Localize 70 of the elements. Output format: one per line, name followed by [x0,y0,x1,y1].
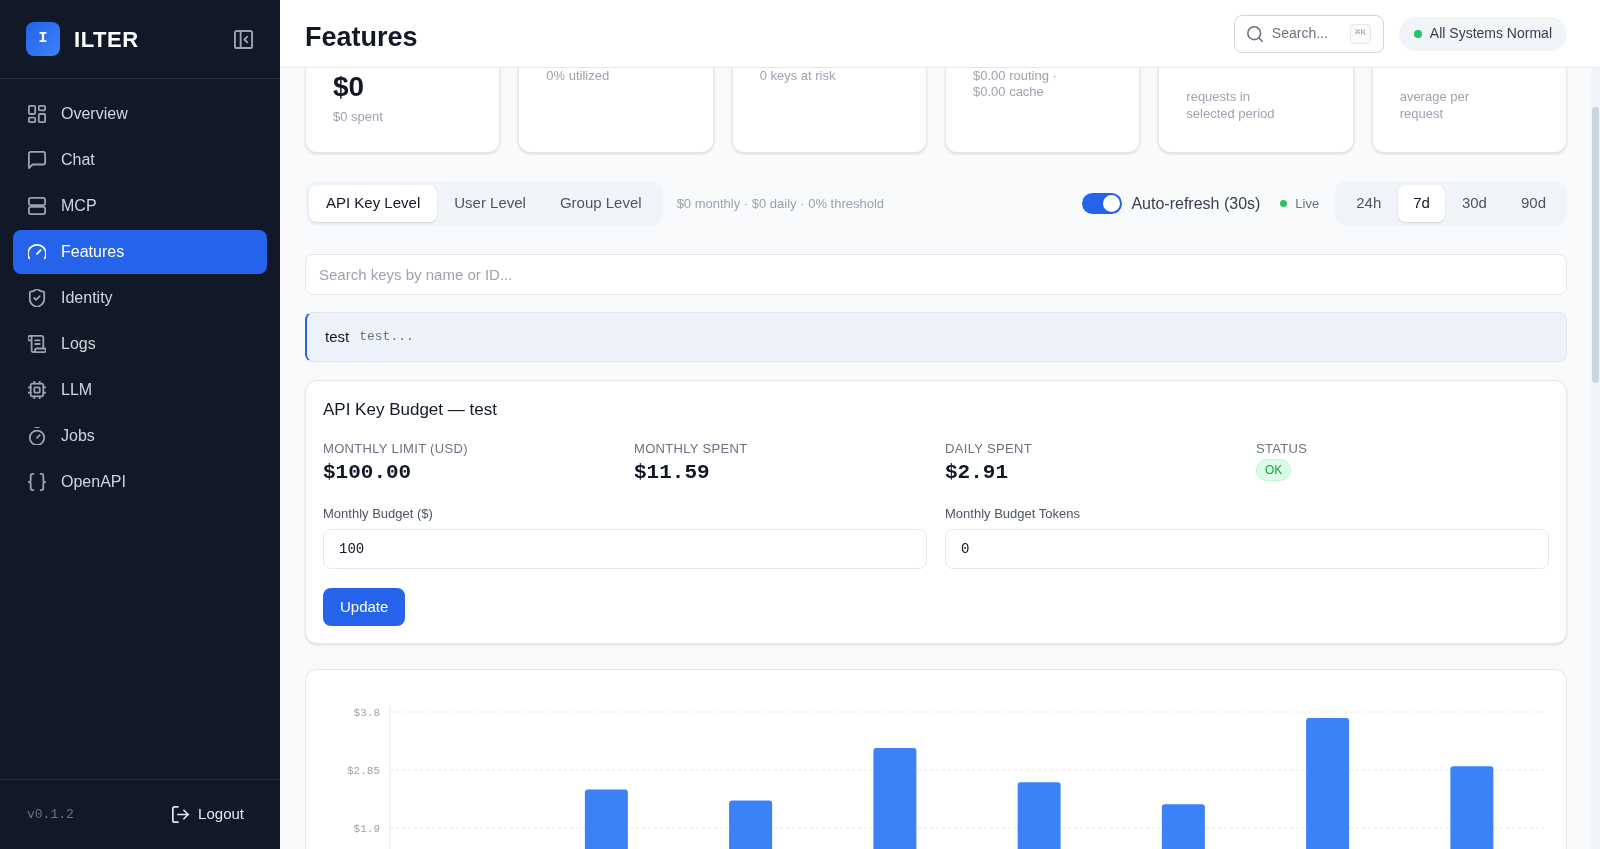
metric-note: $0.00 routing · $0.00 cache [973,68,1058,100]
metric-note: 0% utilized [546,68,611,84]
stopwatch-icon [28,427,46,445]
braces-icon [28,473,46,491]
axis-label: $3.8 [353,707,380,719]
page-title: Features [305,20,418,54]
stat-value: $100.00 [323,460,412,486]
brand-name: ILTER [74,25,139,54]
sidebar-item[interactable]: Jobs [13,414,267,458]
metric-value: $0 [333,71,366,103]
budget-summary-text: $0 monthly · $0 daily · 0% threshold [676,194,885,213]
live-label: Live [1295,194,1320,213]
time-range-tab[interactable]: 24h [1339,185,1399,222]
update-button[interactable]: Update [323,588,406,626]
number-input-field[interactable]: 100 [323,529,927,569]
level-tab[interactable]: API Key Level [309,185,438,222]
collapse-sidebar-button[interactable] [232,28,254,50]
level-tab[interactable]: User Level [437,185,543,222]
stat-label: MONTHLY LIMIT (USD) [323,440,468,458]
logout-button[interactable]: Logout [172,803,244,826]
time-range-tab[interactable]: 30d [1444,185,1504,222]
shield-check-icon [28,289,46,307]
shortcut-key: ⌘K [1350,23,1371,44]
axis-label: $2.85 [347,765,380,777]
sidebar-item[interactable]: MCP [13,184,267,228]
sidebar-item[interactable]: LLM [13,368,267,412]
stat-label: DAILY SPENT [945,440,1032,458]
logout-icon [172,806,190,823]
search-field[interactable]: Search... ⌘K [1233,14,1384,53]
dashboard-grid-icon [28,105,46,123]
gauge-icon [28,243,46,261]
logo-mark: I [26,22,60,56]
chat-bubble-icon [28,151,46,169]
status-badge: OK [1256,459,1292,481]
metric-note: requests in selected period [1186,88,1276,122]
sidebar-item[interactable]: OpenAPI [13,460,267,504]
key-name: test [325,326,350,347]
time-range-tab[interactable]: 90d [1503,185,1563,222]
key-id: test... [359,328,414,347]
server-icon [28,197,46,215]
cpu-chip-icon [28,381,46,399]
key-search-field[interactable]: Search keys by name or ID... [305,254,1567,295]
sidebar-item[interactable]: Features [13,230,267,274]
field-label: Monthly Budget ($) [323,505,434,523]
auto-refresh-label: Auto-refresh (30s) [1131,193,1261,214]
panel-collapse-icon [233,29,253,49]
field-label: Monthly Budget Tokens [945,505,1081,523]
metric-note: 0 keys at risk [759,68,837,84]
auto-refresh-toggle[interactable] [1082,193,1123,214]
stat-label: STATUS [1256,440,1308,458]
status-text: All Systems Normal [1429,24,1552,43]
metric-note: average per request [1399,88,1471,122]
time-range-tab[interactable]: 7d [1398,185,1445,222]
stat-value: $2.91 [945,460,1008,486]
search-icon [1246,25,1263,42]
number-input-field[interactable]: 0 [945,529,1549,569]
api-key-row[interactable]: test test... [305,312,1567,362]
stat-value: $11.59 [634,460,710,486]
scroll-icon [28,335,46,353]
sidebar-item[interactable]: Identity [13,276,267,320]
sidebar-item[interactable]: Chat [13,138,267,182]
sidebar-item[interactable]: Logs [13,322,267,366]
version-label: v0.1.2 [27,805,74,824]
budget-title: API Key Budget — test [323,399,498,421]
level-tab[interactable]: Group Level [542,185,659,222]
axis-label: $1.9 [353,823,380,835]
stat-label: MONTHLY SPENT [634,440,748,458]
scrollbar-thumb[interactable] [1592,107,1599,383]
metric-note: $0 spent [333,108,384,126]
sidebar-item[interactable]: Overview [13,92,267,136]
